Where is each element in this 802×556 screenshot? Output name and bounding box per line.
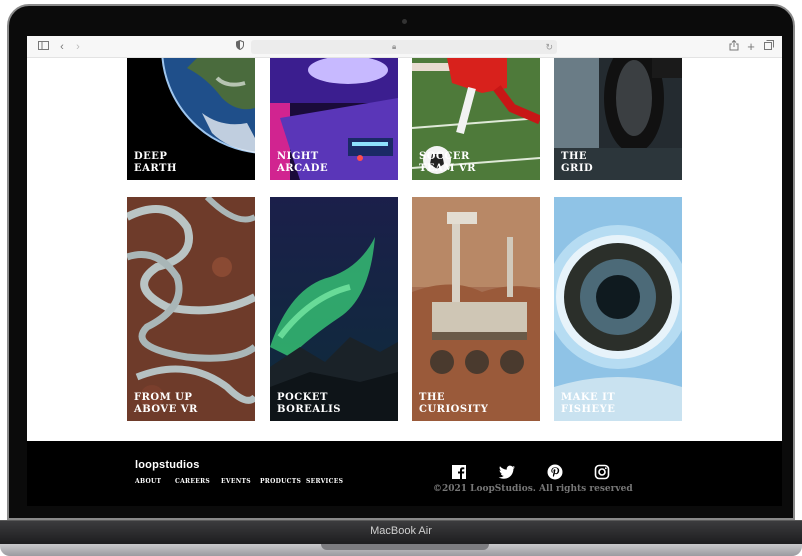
gallery-card-soccer-team-vr[interactable]: SOCCER TEAM VR bbox=[412, 58, 540, 180]
sidebar-icon[interactable] bbox=[36, 40, 50, 54]
gallery-card-from-up-above-vr[interactable]: FROM UP ABOVE VR bbox=[127, 197, 255, 421]
card-label: FROM UP ABOVE VR bbox=[134, 392, 198, 415]
card-image bbox=[554, 197, 682, 421]
address-bar[interactable]: 🔒︎ ↻ bbox=[251, 40, 557, 54]
web-page: DEEP EARTH NIGHT ARCADE SOCCER TEAM VR T… bbox=[27, 58, 782, 506]
browser-window: ‹ › 🔒︎ ↻ + DEEP EARTH NIGHT ARCADE SOCCE… bbox=[27, 36, 782, 506]
instagram-icon[interactable] bbox=[593, 463, 611, 481]
card-label: THE CURIOSITY bbox=[419, 392, 489, 415]
card-image bbox=[270, 197, 398, 421]
footer-logo[interactable]: loopstudios bbox=[135, 459, 200, 471]
card-label: DEEP EARTH bbox=[134, 151, 177, 174]
plus-icon[interactable]: + bbox=[744, 40, 758, 54]
shield-icon[interactable] bbox=[233, 39, 247, 54]
laptop-base: MacBook Air bbox=[0, 520, 802, 544]
lock-icon: 🔒︎ bbox=[392, 42, 397, 51]
footer-nav-products[interactable]: PRODUCTS bbox=[260, 478, 301, 485]
gallery-card-night-arcade[interactable]: NIGHT ARCADE bbox=[270, 58, 398, 180]
footer-nav-services[interactable]: SERVICES bbox=[306, 478, 343, 485]
card-label: THE GRID bbox=[561, 151, 594, 174]
footer-nav-about[interactable]: ABOUT bbox=[135, 478, 161, 485]
laptop: ‹ › 🔒︎ ↻ + DEEP EARTH NIGHT ARCADE SOCCE… bbox=[0, 0, 802, 556]
gallery-card-make-it-fisheye[interactable]: MAKE IT FISHEYE bbox=[554, 197, 682, 421]
gallery-card-deep-earth[interactable]: DEEP EARTH bbox=[127, 58, 255, 180]
footer-nav-careers[interactable]: CAREERS bbox=[175, 478, 210, 485]
camera-icon bbox=[402, 19, 407, 24]
footer-nav-events[interactable]: EVENTS bbox=[221, 478, 251, 485]
laptop-notch bbox=[321, 544, 489, 550]
facebook-icon[interactable] bbox=[450, 463, 468, 481]
chevron-left-icon[interactable]: ‹ bbox=[55, 40, 69, 54]
copyright-text: ©2021 LoopStudios. All rights reserved bbox=[433, 484, 633, 494]
card-image bbox=[412, 197, 540, 421]
gallery-card-the-curiosity[interactable]: THE CURIOSITY bbox=[412, 197, 540, 421]
card-label: MAKE IT FISHEYE bbox=[561, 392, 616, 415]
gallery-card-pocket-borealis[interactable]: POCKET BOREALIS bbox=[270, 197, 398, 421]
pinterest-icon[interactable] bbox=[546, 463, 564, 481]
twitter-icon[interactable] bbox=[498, 463, 516, 481]
site-footer: loopstudios ABOUT CAREERS EVENTS PRODUCT… bbox=[27, 441, 782, 506]
share-icon[interactable] bbox=[727, 39, 741, 54]
card-label: NIGHT ARCADE bbox=[277, 151, 329, 174]
card-image bbox=[127, 197, 255, 421]
gallery-card-the-grid[interactable]: THE GRID bbox=[554, 58, 682, 180]
device-model-label: MacBook Air bbox=[370, 525, 432, 537]
card-label: POCKET BOREALIS bbox=[277, 392, 341, 415]
browser-toolbar: ‹ › 🔒︎ ↻ + bbox=[27, 36, 782, 58]
tabs-icon[interactable] bbox=[762, 40, 776, 54]
chevron-right-icon[interactable]: › bbox=[71, 40, 85, 54]
reload-icon[interactable]: ↻ bbox=[545, 40, 553, 54]
card-label: SOCCER TEAM VR bbox=[419, 151, 476, 174]
